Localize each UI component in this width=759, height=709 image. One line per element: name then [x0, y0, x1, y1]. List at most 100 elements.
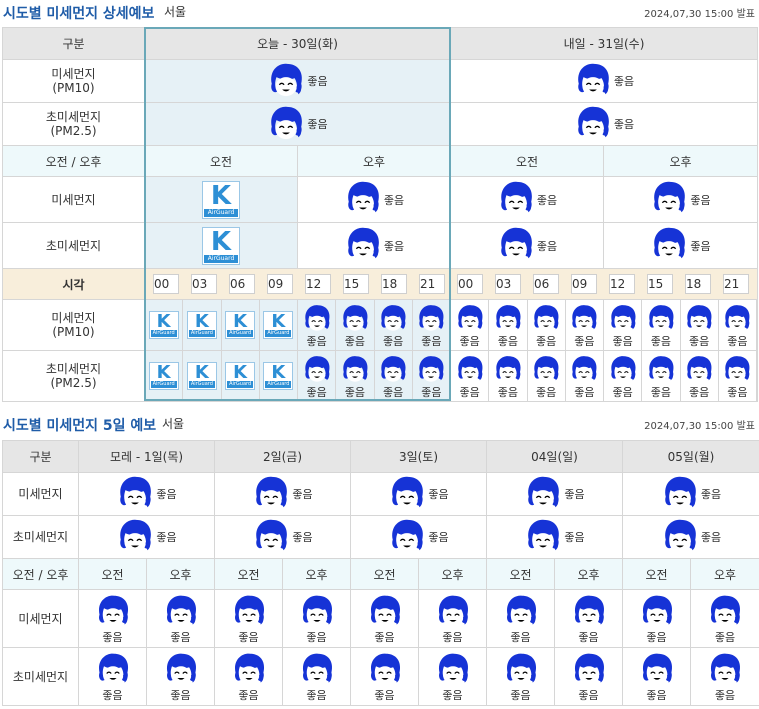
smiling-face-icon [163, 651, 199, 690]
pm-header: 오후 [418, 558, 487, 590]
hourly-cell: 좋음 [604, 300, 643, 350]
grade-label: 좋음 [650, 385, 671, 399]
grade-label: 좋음 [306, 385, 327, 399]
smiling-face-icon [267, 61, 305, 102]
row-label-pm25-half: 초미세먼지 [2, 647, 79, 706]
daily-cell: 좋음 [622, 472, 759, 516]
smiling-face-icon [344, 225, 382, 266]
grade-label: 좋음 [714, 689, 736, 702]
hourly-cell: 좋음 [336, 300, 375, 350]
smiling-face-icon [116, 517, 154, 558]
tomorrow-am-pm10-cell: 좋음 [450, 176, 605, 223]
grade-label: 좋음 [564, 488, 585, 501]
airguard-k-logo: K AirGuard [148, 362, 179, 390]
hour-box: 18 [381, 274, 407, 294]
hour-box: 09 [267, 274, 293, 294]
grade-label: 좋음 [612, 385, 633, 399]
pm-header: 오후 [282, 558, 351, 590]
halfday-cell: 좋음 [554, 589, 623, 648]
am-header: 오전 [486, 558, 555, 590]
halfday-cell: 좋음 [486, 589, 555, 648]
smiling-face-icon [493, 303, 523, 336]
smiling-face-icon [524, 517, 562, 558]
hour-box: 18 [685, 274, 711, 294]
col-header-day-4: 04일(일) [486, 440, 623, 473]
smiling-face-icon [340, 354, 370, 387]
smiling-face-icon [571, 593, 607, 632]
grade-label: 좋음 [646, 631, 667, 644]
smiling-face-icon [299, 651, 335, 690]
grade-label: 좋음 [238, 631, 259, 644]
row-label-pm10-short: 미세먼지 [2, 176, 145, 223]
smiling-face-icon [639, 593, 675, 632]
today-am-pm10-cell: K AirGuard [144, 176, 298, 223]
grade-label: 좋음 [646, 689, 667, 702]
smiling-face-icon [302, 303, 332, 336]
grade-label: 좋음 [727, 334, 748, 348]
smiling-face-icon [344, 179, 382, 220]
hour-box: 12 [305, 274, 331, 294]
pm25-hourly-list: K AirGuard K AirGuard K AirGuard K AirGuard 좋음 좋음… [145, 351, 757, 401]
fiveday-header: 시도별 미세먼지 5일 예보 서울 2024,07,30 15:00 발표 [0, 412, 759, 440]
col-header-day-5: 05일(월) [622, 440, 759, 473]
halfday-cell: 좋음 [282, 589, 351, 648]
hour-box: 06 [229, 274, 255, 294]
grade-label: 좋음 [306, 689, 327, 702]
smiling-face-icon [302, 354, 332, 387]
smiling-face-icon [684, 354, 714, 387]
hour-box: 21 [419, 274, 445, 294]
grade-label: 좋음 [383, 385, 404, 399]
hourly-cell: 좋음 [489, 351, 528, 401]
hour-box-list: 00 03 06 09 12 15 18 21 00 03 06 09 12 15 18 21 [145, 274, 757, 294]
row-label-pm25-hourly: 초미세먼지 (PM2.5) [2, 350, 145, 402]
col-header-category: 구분 [2, 27, 145, 60]
daily-cell: 좋음 [214, 515, 351, 559]
row-label-pm10-half: 미세먼지 [2, 589, 79, 648]
grade-label: 좋음 [510, 689, 531, 702]
grade-label: 좋음 [442, 689, 463, 702]
grade-label: 좋음 [292, 531, 313, 544]
am-header: 오전 [622, 558, 691, 590]
smiling-face-icon [574, 104, 612, 145]
am-header: 오전 [214, 558, 283, 590]
smiling-face-icon [497, 225, 535, 266]
grade-label: 좋음 [170, 631, 191, 644]
daily-cell: 좋음 [78, 515, 215, 559]
smiling-face-icon [661, 517, 699, 558]
grade-label: 좋음 [510, 631, 531, 644]
fiveday-region: 서울 [162, 417, 185, 431]
row-label-pm25: 초미세먼지 (PM2.5) [2, 102, 145, 146]
hourly-cell: 좋음 [681, 351, 719, 401]
hourly-cell: K AirGuard [183, 351, 222, 401]
hourly-cell: 좋음 [642, 351, 681, 401]
hourly-cell: 좋음 [528, 351, 566, 401]
halfday-cell: 좋음 [78, 589, 147, 648]
smiling-face-icon [608, 303, 638, 336]
smiling-face-icon [707, 651, 743, 690]
pm10-hourly-list: K AirGuard K AirGuard K AirGuard K AirGuard 좋음 좋음… [145, 300, 757, 350]
hour-box: 03 [191, 274, 217, 294]
halfday-cell: 좋음 [690, 647, 759, 706]
am-header: 오전 [350, 558, 419, 590]
row-label-pm25: 초미세먼지 [2, 515, 79, 559]
airguard-k-logo: K AirGuard [263, 362, 294, 390]
hourly-cell: 좋음 [604, 351, 643, 401]
hour-box: 06 [533, 274, 559, 294]
smiling-face-icon [524, 474, 562, 515]
tomorrow-am-header: 오전 [450, 145, 605, 177]
smiling-face-icon [646, 354, 676, 387]
smiling-face-icon [722, 303, 752, 336]
hour-box: 15 [343, 274, 369, 294]
airguard-k-logo: K AirGuard [148, 311, 179, 339]
grade-label: 좋음 [700, 488, 722, 501]
hourly-cell: 좋음 [298, 351, 337, 401]
grade-label: 좋음 [497, 385, 518, 399]
grade-label: 좋음 [689, 385, 710, 399]
am-header: 오전 [78, 558, 147, 590]
today-am-pm25-cell: K AirGuard [144, 222, 298, 269]
fiveday-issued: 2024,07,30 15:00 발표 [644, 421, 755, 432]
daily-cell: 좋음 [486, 472, 623, 516]
smiling-face-icon [503, 651, 539, 690]
col-header-day-3: 3일(토) [350, 440, 487, 473]
smiling-face-icon [650, 179, 688, 220]
